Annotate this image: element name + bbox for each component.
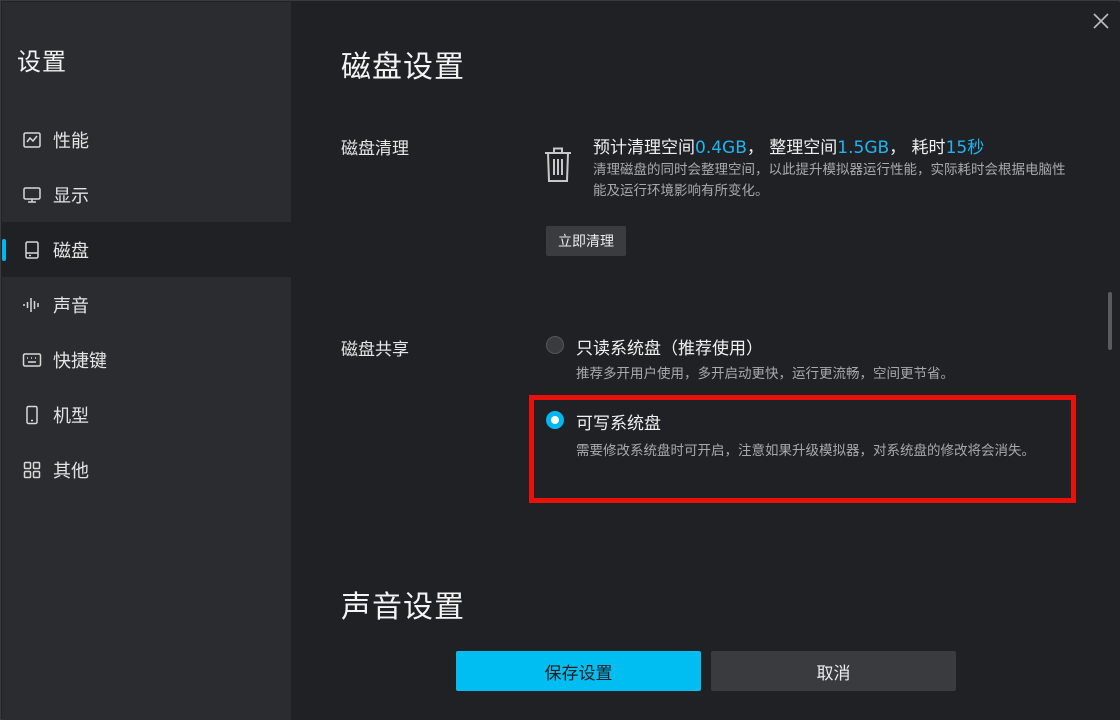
sound-settings-title: 声音设置 [341,590,465,625]
sidebar: 设置 性能 显示 磁盘 声音 快捷键 机型 其他 [2,2,291,720]
sidebar-item-disk[interactable]: 磁盘 [2,222,291,277]
performance-chart-icon [22,130,42,150]
cleanup-description: 清理磁盘的同时会整理空间，以此提升模拟器运行性能，实际耗时会根据电脑性能及运行环… [593,162,1066,199]
sound-wave-icon [22,295,42,315]
readonly-system-disk-title: 只读系统盘（推荐使用） [576,339,763,359]
scrollbar-thumb[interactable] [1108,292,1112,350]
settings-window: 设置 性能 显示 磁盘 声音 快捷键 机型 其他 磁盘设置 磁盘清理 预计清理空… [0,0,1120,720]
sidebar-item-label: 快捷键 [53,350,107,372]
disk-settings-title: 磁盘设置 [341,50,465,85]
phone-icon [22,405,42,425]
close-icon [1093,13,1109,29]
disk-cleanup-label: 磁盘清理 [341,139,409,159]
sidebar-item-shortcuts[interactable]: 快捷键 [2,332,291,387]
sidebar-item-label: 显示 [53,185,89,207]
sidebar-item-label: 其他 [53,460,89,482]
clean-now-button[interactable]: 立即清理 [546,226,626,256]
sidebar-item-display[interactable]: 显示 [2,167,291,222]
time-value: 15秒 [945,138,985,158]
sidebar-item-label: 性能 [53,130,89,152]
close-button[interactable] [1090,10,1112,32]
sidebar-item-sound[interactable]: 声音 [2,277,291,332]
annotation-highlight-box [529,395,1076,503]
trash-icon [545,147,571,182]
sidebar-item-label: 声音 [53,295,89,317]
readonly-system-disk-description: 推荐多开用户使用，多开启动更快，运行更流畅，空间更节省。 [576,366,954,382]
sidebar-item-other[interactable]: 其他 [2,442,291,497]
clean-space-value: 0.4GB [695,138,747,158]
grid-icon [22,460,42,480]
sidebar-item-performance[interactable]: 性能 [2,112,291,167]
monitor-icon [22,185,42,205]
sidebar-item-label: 磁盘 [53,240,89,262]
sidebar-title: 设置 [17,48,67,76]
sidebar-item-label: 机型 [53,405,89,427]
settings-content: 磁盘设置 磁盘清理 预计清理空间0.4GB， 整理空间1.5GB， 耗时15秒 … [291,2,1120,720]
readonly-system-disk-radio[interactable] [546,336,564,354]
sidebar-nav: 性能 显示 磁盘 声音 快捷键 机型 其他 [2,112,291,497]
organize-space-value: 1.5GB [837,138,890,158]
disk-icon [22,240,42,260]
keyboard-icon [22,350,42,370]
disk-sharing-label: 磁盘共享 [341,340,409,360]
cleanup-summary: 预计清理空间0.4GB， 整理空间1.5GB， 耗时15秒 [593,138,985,158]
sidebar-item-device-model[interactable]: 机型 [2,387,291,442]
save-settings-button[interactable]: 保存设置 [456,651,701,691]
cancel-button[interactable]: 取消 [711,651,956,691]
